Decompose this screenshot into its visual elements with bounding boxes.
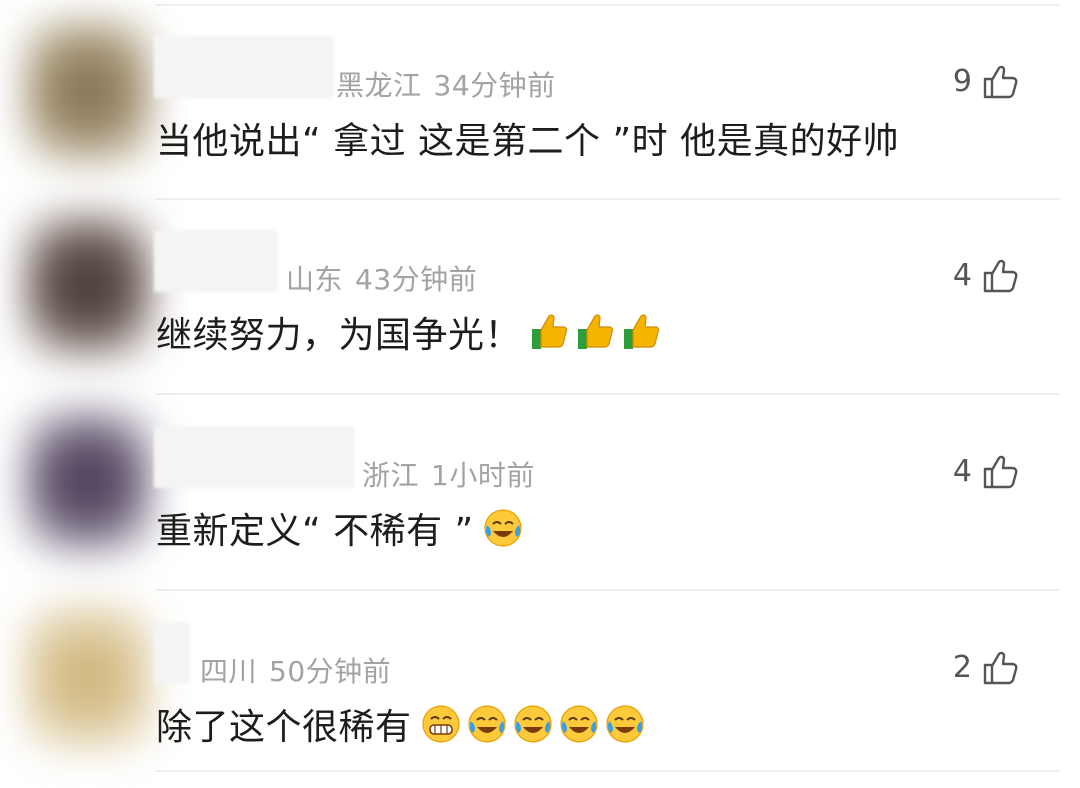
- timestamp: 34分钟前: [433, 69, 556, 102]
- like-button[interactable]: 4: [953, 258, 1018, 293]
- timestamp: 1小时前: [431, 459, 535, 492]
- username-blurred[interactable]: [154, 36, 334, 98]
- thumbs-up-emoji-icon: [624, 314, 659, 349]
- region-label: 山东: [286, 263, 344, 296]
- avatar[interactable]: [22, 602, 154, 752]
- like-button[interactable]: 4: [953, 454, 1018, 489]
- region-label: 四川: [200, 655, 258, 688]
- comment-text-row: 重新定义“ 不稀有 ”: [156, 502, 524, 554]
- like-button[interactable]: 2: [953, 650, 1018, 685]
- username-blurred[interactable]: [154, 230, 278, 292]
- comment-text: 重新定义“ 不稀有 ”: [156, 511, 474, 552]
- region-label: 浙江: [362, 459, 420, 492]
- timestamp: 43分钟前: [355, 263, 478, 296]
- comment-meta: 浙江 1小时前: [362, 454, 535, 494]
- avatar[interactable]: [22, 16, 154, 166]
- comment-text-row: 除了这个很稀有: [156, 698, 646, 750]
- avatar[interactable]: [22, 210, 154, 360]
- thumbs-up-icon: [983, 65, 1018, 98]
- comment-feed: 黑龙江 34分钟前 9 当他说出“ 拿过 这是第二个 ”时 他是真的好帅 山东 43…: [0, 0, 1080, 775]
- region-label: 黑龙江: [336, 69, 422, 102]
- like-count: 2: [952, 650, 972, 685]
- timestamp: 50分钟前: [269, 655, 392, 688]
- comment-meta: 山东 43分钟前: [286, 258, 477, 298]
- thumbs-up-icon: [983, 651, 1018, 684]
- comment-item[interactable]: 山东 43分钟前 4 继续努力，为国争光！: [0, 200, 1080, 396]
- comment-item[interactable]: 四川 50分钟前 2 除了这个很稀有: [0, 592, 1080, 788]
- thumbs-up-icon: [983, 455, 1018, 488]
- laughing-crying-emoji-icon: [559, 705, 598, 743]
- laughing-crying-emoji-icon: [484, 509, 522, 547]
- grinning-emoji-icon: [421, 705, 460, 743]
- like-count: 9: [952, 64, 972, 99]
- username-blurred[interactable]: [154, 622, 190, 684]
- comment-text-row: 当他说出“ 拿过 这是第二个 ”时 他是真的好帅: [156, 112, 899, 164]
- divider: [155, 589, 1060, 591]
- comment-text: 除了这个很稀有: [156, 707, 412, 748]
- thumbs-up-emoji-icon: [532, 314, 567, 349]
- laughing-crying-emoji-icon: [513, 705, 552, 743]
- like-count: 4: [952, 454, 972, 489]
- comment-text: 当他说出“ 拿过 这是第二个 ”时 他是真的好帅: [156, 121, 900, 162]
- thumbs-up-icon: [983, 259, 1018, 292]
- comment-item[interactable]: 黑龙江 34分钟前 9 当他说出“ 拿过 这是第二个 ”时 他是真的好帅: [0, 6, 1080, 202]
- comment-meta: 四川 50分钟前: [200, 650, 391, 690]
- username-blurred[interactable]: [154, 426, 354, 488]
- laughing-crying-emoji-icon: [467, 705, 506, 743]
- like-count: 4: [952, 258, 972, 293]
- comment-item[interactable]: 浙江 1小时前 4 重新定义“ 不稀有 ”: [0, 396, 1080, 592]
- divider: [155, 770, 1060, 772]
- comment-text: 继续努力，为国争光！: [156, 315, 522, 356]
- comment-text-row: 继续努力，为国争光！: [156, 306, 663, 358]
- divider: [155, 393, 1060, 395]
- comment-meta: 黑龙江 34分钟前: [336, 64, 556, 104]
- like-button[interactable]: 9: [953, 64, 1018, 99]
- avatar[interactable]: [22, 406, 154, 556]
- laughing-crying-emoji-icon: [605, 705, 644, 743]
- thumbs-up-emoji-icon: [578, 314, 613, 349]
